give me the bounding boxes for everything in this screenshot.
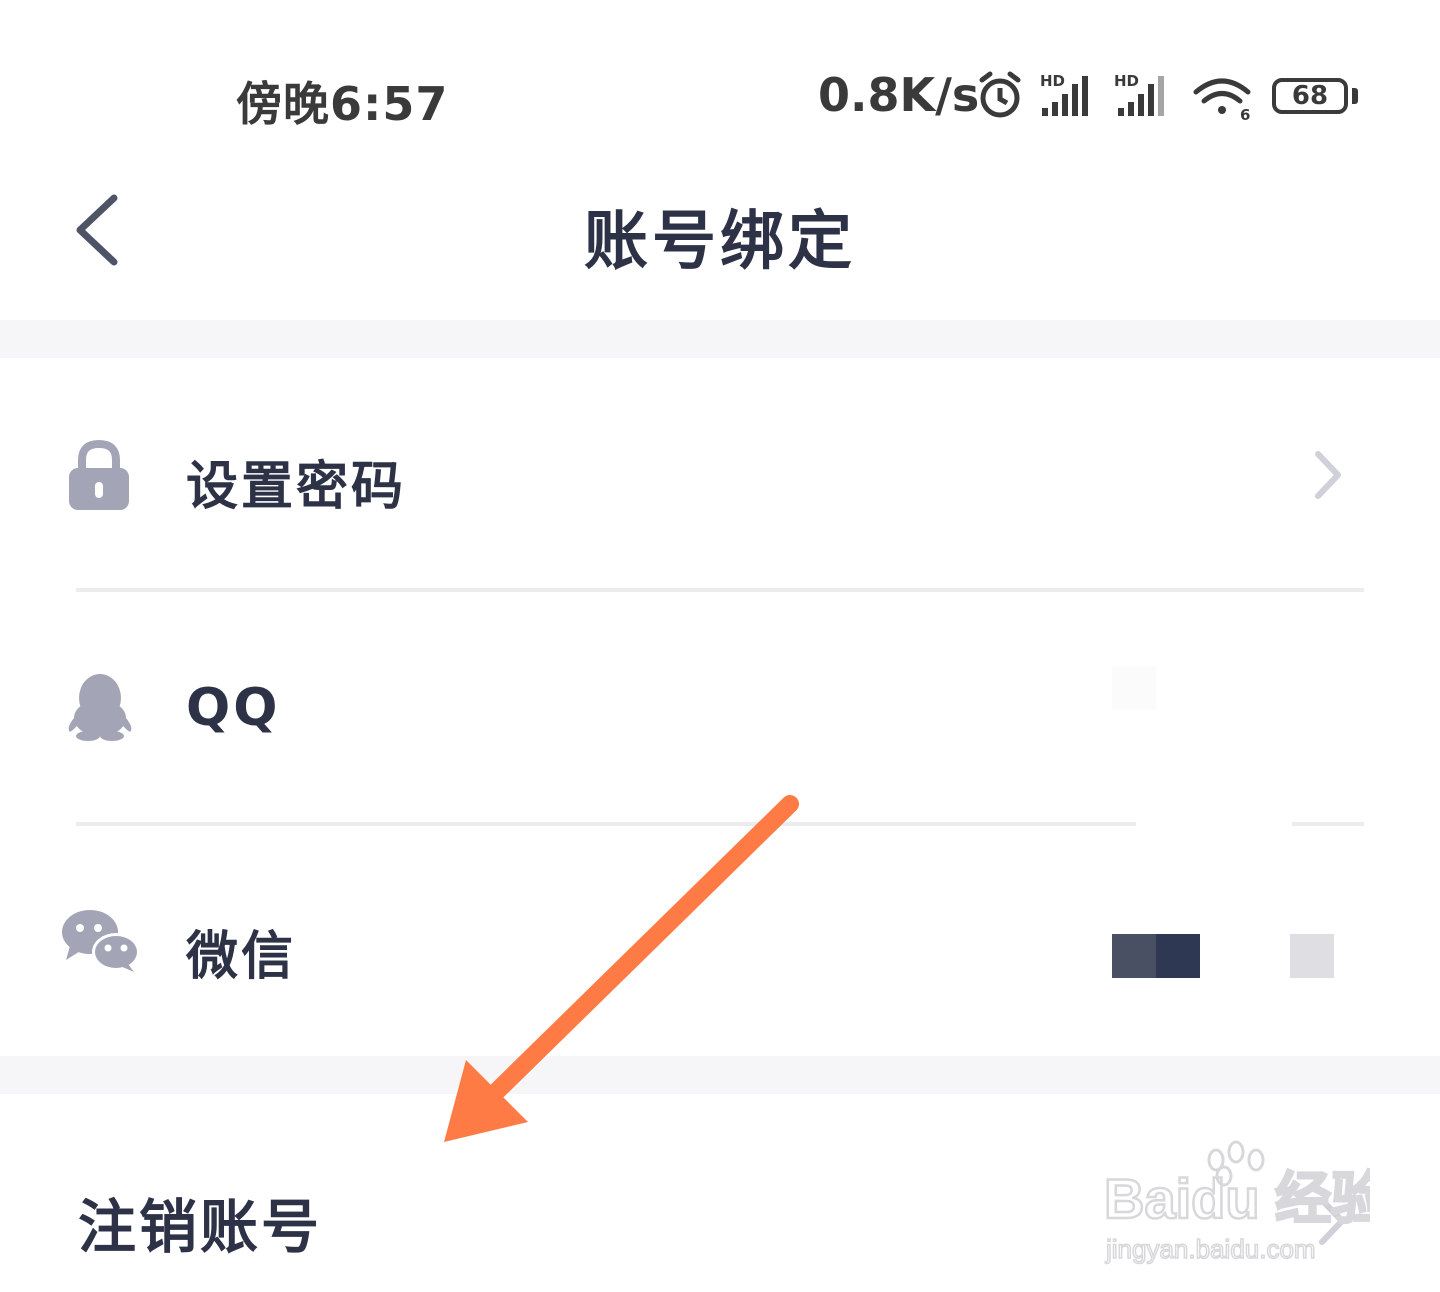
wechat-icon bbox=[62, 910, 140, 972]
redacted-block bbox=[1290, 934, 1334, 978]
section-separator bbox=[0, 1056, 1440, 1094]
svg-text:HD: HD bbox=[1040, 72, 1065, 90]
svg-text:6: 6 bbox=[1240, 106, 1250, 124]
wechat-label: 微信 bbox=[186, 927, 297, 987]
redacted-block bbox=[1112, 666, 1156, 710]
status-time: 傍晚6:57 bbox=[236, 77, 449, 131]
redacted-block bbox=[1156, 934, 1200, 978]
lock-icon bbox=[69, 439, 129, 510]
chevron-right-icon bbox=[1319, 1197, 1345, 1245]
battery-indicator: 68 bbox=[1272, 78, 1348, 114]
deactivate-account-label: 注销账号 bbox=[78, 1193, 323, 1261]
network-speed: 0.8K/s bbox=[818, 68, 980, 122]
status-icons: HD HD 6 bbox=[979, 71, 1251, 124]
chevron-right-icon bbox=[1315, 451, 1341, 499]
signal-hd-icon: HD bbox=[1040, 72, 1088, 116]
qq-icon bbox=[68, 674, 132, 741]
section-separator bbox=[0, 320, 1440, 358]
qq-label: QQ bbox=[186, 678, 281, 738]
battery-tip bbox=[1352, 88, 1358, 104]
wechat-row[interactable]: 微信 bbox=[0, 826, 1440, 1056]
signal-hd-icon: HD bbox=[1114, 72, 1164, 116]
page-title: 账号绑定 bbox=[584, 205, 856, 279]
alarm-icon bbox=[979, 71, 1021, 118]
deactivate-account-row[interactable]: 注销账号 bbox=[0, 1094, 1440, 1292]
set-password-label: 设置密码 bbox=[186, 457, 407, 517]
qq-row[interactable]: QQ bbox=[0, 592, 1440, 824]
set-password-row[interactable]: 设置密码 bbox=[0, 358, 1440, 590]
svg-text:HD: HD bbox=[1114, 72, 1139, 90]
wifi-icon: 6 bbox=[1193, 78, 1251, 124]
redacted-block bbox=[1112, 934, 1156, 978]
